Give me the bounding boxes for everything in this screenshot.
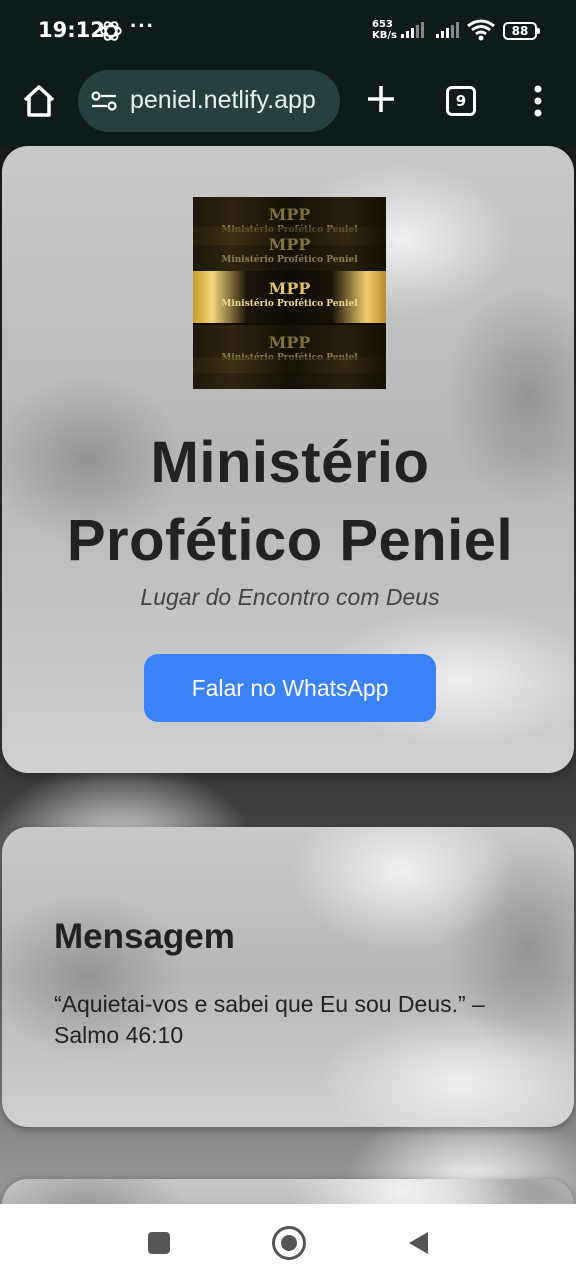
network-speed: 653 KB/s xyxy=(372,19,397,41)
home-circle-icon[interactable] xyxy=(272,1226,306,1260)
status-bar: 19:12 ··· 653 KB/s 88 xyxy=(0,0,576,64)
signal-icon xyxy=(401,22,424,38)
message-title: Mensagem xyxy=(54,917,235,956)
next-card xyxy=(2,1179,574,1204)
url-text[interactable]: peniel.netlify.app xyxy=(130,86,316,115)
browser-toolbar: peniel.netlify.app 9 xyxy=(0,64,576,146)
system-navigation-bar xyxy=(0,1204,576,1280)
openai-app-icon xyxy=(100,21,122,41)
page-title: Ministério Profético Peniel xyxy=(66,430,514,573)
wifi-icon xyxy=(467,19,495,41)
tabs-icon[interactable]: 9 xyxy=(446,86,476,116)
home-icon[interactable] xyxy=(20,82,58,120)
more-notifications-icon: ··· xyxy=(130,13,155,38)
recent-apps-icon[interactable] xyxy=(148,1232,170,1254)
more-vert-icon[interactable] xyxy=(528,84,548,118)
plus-icon[interactable] xyxy=(364,82,398,116)
whatsapp-button[interactable]: Falar no WhatsApp xyxy=(144,654,436,722)
page-subtitle: Lugar do Encontro com Deus xyxy=(140,584,440,610)
back-icon[interactable] xyxy=(406,1230,430,1256)
hero-card: MPP Ministério Profético Peniel MPP Mini… xyxy=(2,146,574,773)
status-time: 19:12 xyxy=(38,18,105,42)
message-card: Mensagem “Aquietai-vos e sabei que Eu so… xyxy=(2,827,574,1127)
address-bar[interactable]: peniel.netlify.app xyxy=(78,70,340,132)
battery-icon: 88 xyxy=(503,22,540,40)
ministry-logo: MPP Ministério Profético Peniel MPP Mini… xyxy=(193,197,386,389)
signal-icon xyxy=(436,22,459,38)
message-text: “Aquietai-vos e sabei que Eu sou Deus.” … xyxy=(54,991,485,1048)
web-content[interactable]: MPP Ministério Profético Peniel MPP Mini… xyxy=(0,146,576,1204)
site-settings-icon[interactable] xyxy=(90,90,118,112)
